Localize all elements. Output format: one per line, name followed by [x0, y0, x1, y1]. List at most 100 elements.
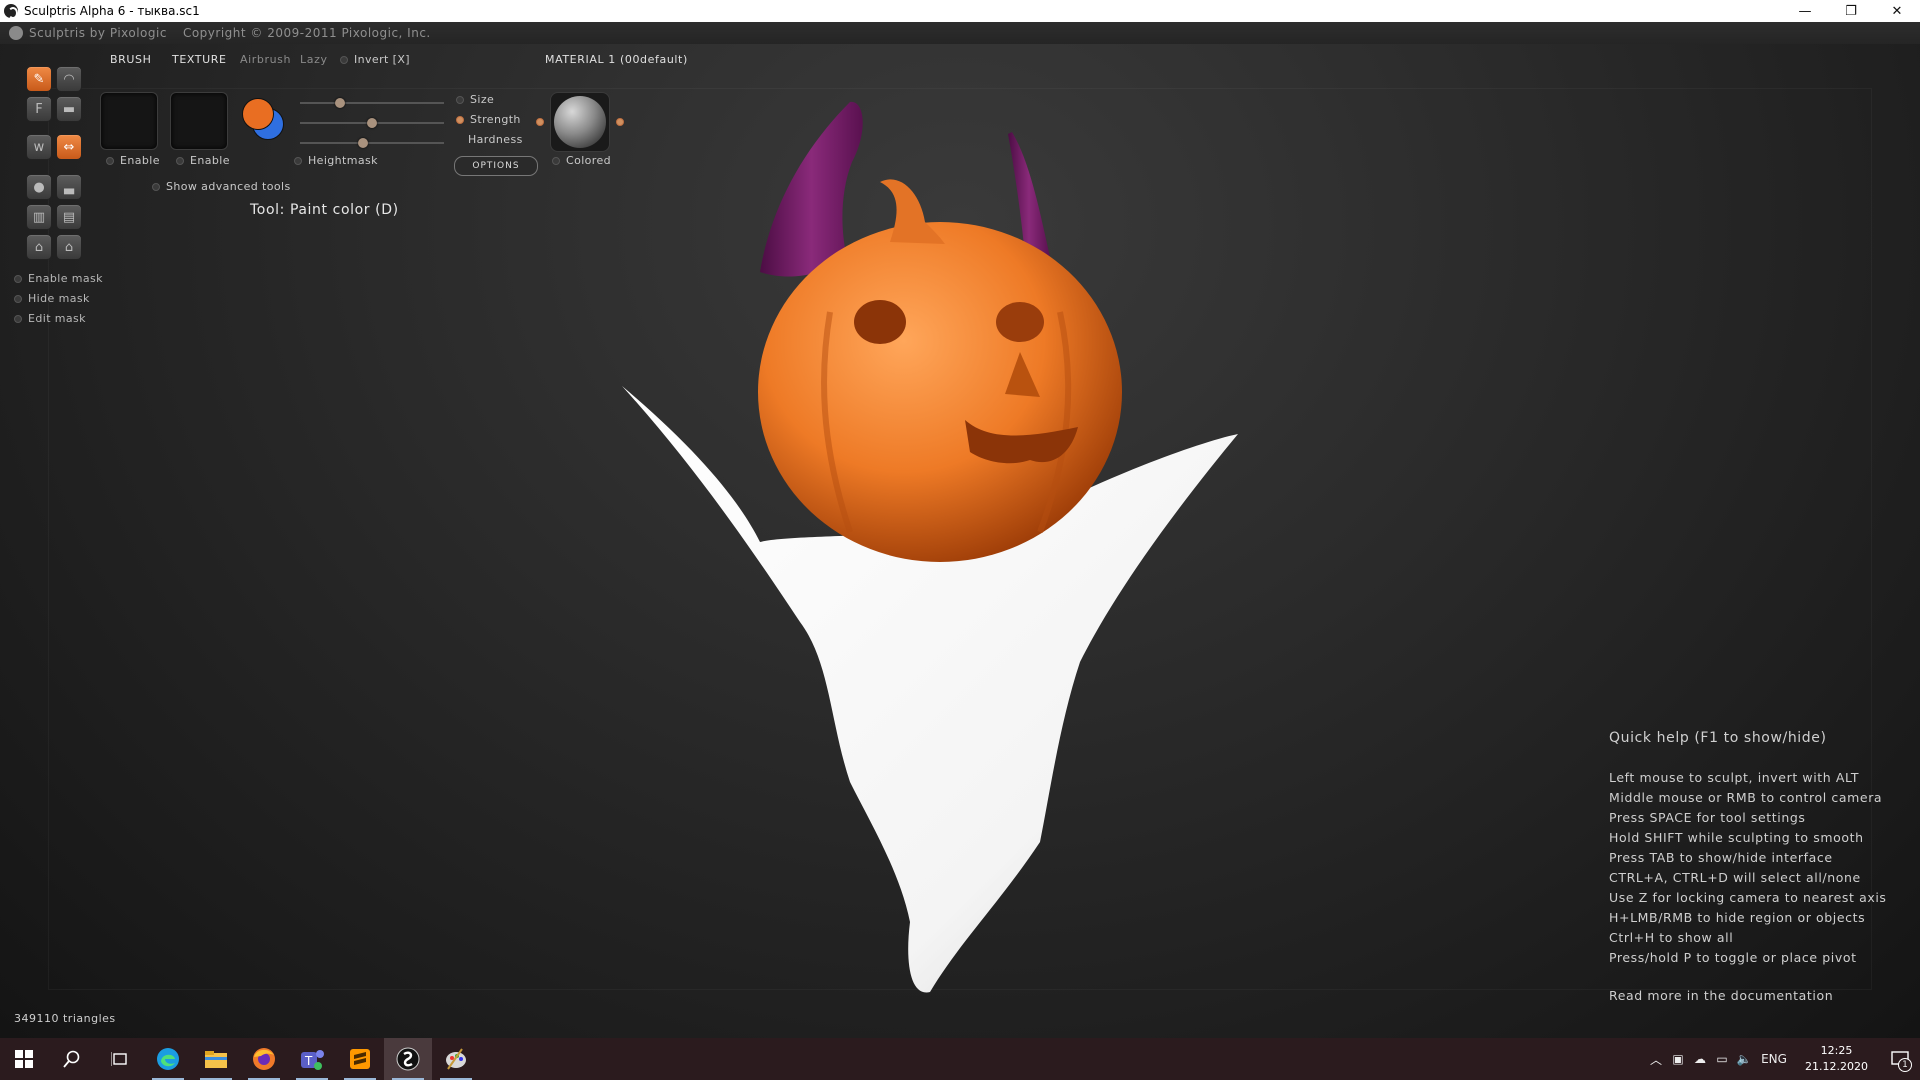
show-advanced-toggle[interactable]: Show advanced tools	[152, 180, 291, 193]
brush-alpha-slot[interactable]	[100, 92, 158, 150]
material-label: MATERIAL 1 (00default)	[545, 53, 688, 66]
volume-icon[interactable]: 🔈	[1733, 1038, 1755, 1080]
invert-checkbox[interactable]	[340, 55, 348, 64]
hide-mask-label: Hide mask	[28, 292, 90, 305]
quick-help-list: Left mouse to sculpt, invert with ALT Mi…	[1609, 768, 1887, 968]
primary-color-swatch[interactable]	[242, 98, 274, 130]
material-preview[interactable]	[550, 92, 610, 152]
texture-enable-checkbox[interactable]	[176, 156, 184, 165]
search-button[interactable]	[48, 1038, 96, 1080]
colored-toggle[interactable]: Colored	[552, 154, 611, 167]
quick-help-line: Hold SHIFT while sculpting to smooth	[1609, 830, 1864, 845]
clock-date: 21.12.2020	[1805, 1060, 1868, 1073]
input-language[interactable]: ENG	[1755, 1038, 1793, 1080]
show-advanced-checkbox[interactable]	[152, 182, 160, 191]
hide-mask-checkbox[interactable]	[14, 294, 22, 303]
crease-tool-button[interactable]: ✎	[26, 66, 52, 92]
quick-help-line: Middle mouse or RMB to control camera	[1609, 790, 1883, 805]
taskbar-sculptris[interactable]	[384, 1038, 432, 1080]
rotate-tool-button[interactable]: ◠	[56, 66, 82, 92]
strength-row: Strength	[456, 113, 521, 126]
heightmask-checkbox[interactable]	[294, 156, 302, 165]
task-view-button[interactable]	[96, 1038, 144, 1080]
enable-mask-checkbox[interactable]	[14, 274, 22, 283]
pinch-tool-button[interactable]: ᴡ	[26, 134, 52, 160]
brush-enable-checkbox[interactable]	[106, 156, 114, 165]
symmetry-tool-button[interactable]: ⇔	[56, 134, 82, 160]
texture-slot[interactable]	[170, 92, 228, 150]
colored-checkbox[interactable]	[552, 156, 560, 165]
export-obj-button[interactable]: ▤	[56, 204, 82, 230]
material-prev-dot[interactable]	[536, 118, 544, 126]
sculptris-icon	[396, 1047, 420, 1071]
edit-mask-checkbox[interactable]	[14, 314, 22, 323]
network-icon[interactable]: ▭	[1711, 1038, 1733, 1080]
strength-slider[interactable]	[300, 118, 444, 128]
taskbar-file-explorer[interactable]	[192, 1038, 240, 1080]
window-title: Sculptris Alpha 6 - тыква.sc1	[24, 4, 200, 18]
sculpt-viewport[interactable]: Sculptris by Pixologic Copyright © 2009-…	[0, 22, 1920, 1038]
heightmask-toggle[interactable]: Heightmask	[294, 154, 378, 167]
close-button[interactable]: ✕	[1874, 0, 1920, 22]
texture-enable-toggle[interactable]: Enable	[176, 154, 230, 167]
taskbar-edge[interactable]	[144, 1038, 192, 1080]
edit-mask-toggle[interactable]: Edit mask	[14, 312, 86, 325]
sublime-text-icon	[350, 1049, 370, 1069]
current-tool-status: Tool: Paint color (D)	[250, 202, 399, 218]
quick-help-line: Press/hold P to toggle or place pivot	[1609, 950, 1857, 965]
notification-center-button[interactable]: 1	[1880, 1038, 1920, 1080]
hardness-slider[interactable]	[300, 138, 444, 148]
hardness-label: Hardness	[468, 133, 523, 146]
flatten-tool-button[interactable]: F	[26, 96, 52, 122]
airbrush-toggle[interactable]: Airbrush	[240, 53, 291, 66]
strength-slider-knob[interactable]	[367, 118, 377, 128]
size-slider[interactable]	[300, 98, 444, 108]
app-header: Sculptris by Pixologic Copyright © 2009-…	[0, 22, 1920, 44]
size-label: Size	[470, 93, 495, 106]
edge-browser-icon	[157, 1048, 179, 1070]
brush-enable-toggle[interactable]: Enable	[106, 154, 160, 167]
taskbar-clock[interactable]: 12:25 21.12.2020	[1805, 1043, 1868, 1075]
taskbar-paint[interactable]	[432, 1038, 480, 1080]
taskbar-teams[interactable]: T	[288, 1038, 336, 1080]
colored-label: Colored	[566, 154, 612, 167]
material-next-dot[interactable]	[616, 118, 624, 126]
start-button[interactable]	[0, 1038, 48, 1080]
texture-label: TEXTURE	[172, 53, 227, 66]
options-button[interactable]: OPTIONS	[454, 156, 538, 176]
open-file-button[interactable]: ⌂	[26, 234, 52, 260]
import-obj-button[interactable]: ▥	[26, 204, 52, 230]
taskbar-sublime[interactable]	[336, 1038, 384, 1080]
lazy-toggle[interactable]: Lazy	[300, 53, 328, 66]
strength-dot	[456, 115, 464, 124]
clock-time: 12:25	[1820, 1044, 1853, 1057]
smooth-tool-button[interactable]: ▬	[56, 96, 82, 122]
firefox-icon	[253, 1048, 275, 1070]
strength-label: Strength	[470, 113, 521, 126]
heightmask-label: Heightmask	[308, 154, 378, 167]
hide-mask-toggle[interactable]: Hide mask	[14, 292, 90, 305]
triangle-count: 349110 triangles	[14, 1012, 116, 1025]
pixologic-logo-icon	[9, 26, 23, 40]
taskbar-firefox[interactable]	[240, 1038, 288, 1080]
maximize-button[interactable]: ❐	[1828, 0, 1874, 22]
pumpkin-ghost-model[interactable]	[600, 82, 1280, 1002]
windows-logo-icon	[15, 1050, 33, 1068]
quick-help-line: Use Z for locking camera to nearest axis	[1609, 890, 1887, 905]
show-advanced-label: Show advanced tools	[166, 180, 291, 193]
show-hidden-icons-button[interactable]: ︿	[1645, 1038, 1667, 1080]
teams-icon: T	[301, 1050, 324, 1070]
documentation-link[interactable]: Read more in the documentation	[1609, 988, 1833, 1003]
invert-toggle[interactable]: Invert [X]	[340, 53, 410, 66]
onedrive-cloud-icon[interactable]: ☁	[1689, 1038, 1711, 1080]
windows-taskbar: T ︿ ▣ ☁ ▭ 🔈 ENG 12:25 21.12.2020 1	[0, 1038, 1920, 1080]
quick-help-line: Ctrl+H to show all	[1609, 930, 1734, 945]
minimize-button[interactable]: —	[1782, 0, 1828, 22]
plane-tool-button[interactable]: ▃	[56, 174, 82, 200]
device-icon[interactable]: ▣	[1667, 1038, 1689, 1080]
app-name: Sculptris by Pixologic	[29, 26, 167, 40]
enable-mask-toggle[interactable]: Enable mask	[14, 272, 103, 285]
save-file-button[interactable]: ⌂	[56, 234, 82, 260]
sphere-tool-button[interactable]: ●	[26, 174, 52, 200]
paint-palette-icon	[446, 1048, 466, 1070]
